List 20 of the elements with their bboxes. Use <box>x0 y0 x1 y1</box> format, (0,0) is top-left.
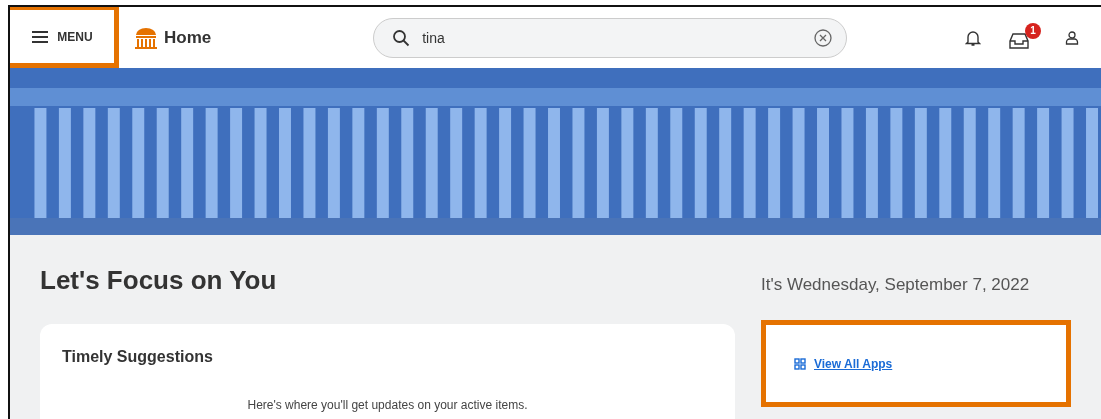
grid-icon <box>794 357 806 370</box>
search-icon <box>392 28 411 47</box>
date-text: It's Wednesday, September 7, 2022 <box>761 275 1031 295</box>
inbox-button[interactable]: 1 <box>1005 22 1041 53</box>
bell-icon <box>965 28 981 47</box>
rotunda-logo-icon <box>134 26 158 49</box>
clear-button[interactable] <box>814 28 833 47</box>
notification-badge: 1 <box>1025 22 1041 39</box>
search-input[interactable]: tina <box>420 28 805 47</box>
view-all-apps-link[interactable]: View All Apps <box>794 356 893 371</box>
clear-icon <box>814 28 833 47</box>
search-field[interactable]: tina <box>373 17 848 58</box>
page-title: Home <box>164 27 212 48</box>
card-message: Here's where you'll get updates on your active items. <box>246 398 529 412</box>
inbox-icon <box>1009 32 1029 49</box>
menu-icon <box>31 29 50 44</box>
person-icon <box>1065 30 1079 45</box>
card-title: Timely Suggestions <box>62 348 214 366</box>
page-heading: Let's Focus on You <box>40 265 278 296</box>
menu-button[interactable]: MENU <box>27 25 97 48</box>
